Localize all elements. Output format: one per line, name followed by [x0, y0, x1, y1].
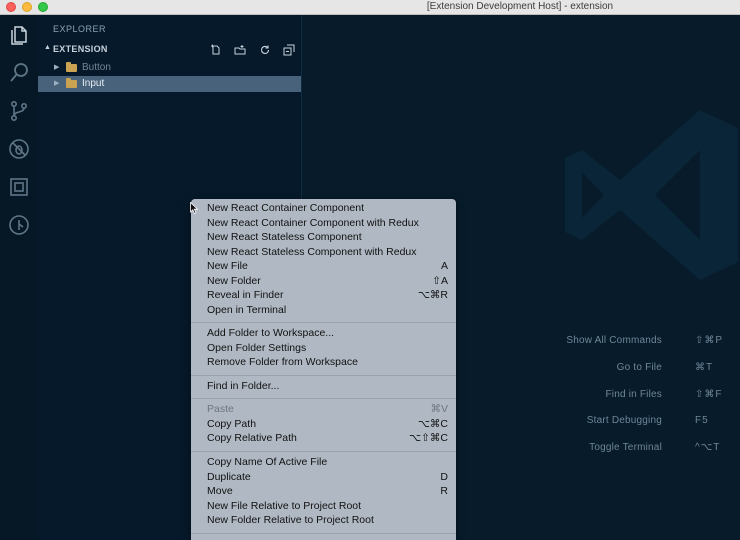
menu-item-label: New Folder Relative to Project Root	[207, 514, 374, 526]
menu-item-shortcut: A	[440, 260, 448, 272]
menu-item-label: Copy Path	[207, 417, 257, 430]
menu-item-shortcut: ⌥⇧⌘C	[409, 432, 448, 444]
menu-item-move[interactable]: Move R	[191, 485, 456, 499]
collapse-all-icon[interactable]	[283, 43, 295, 56]
menu-item-copy-relative-path[interactable]: Copy Relative Path ⌥⇧⌘C	[191, 432, 456, 446]
menu-item-label: New Folder	[207, 274, 261, 287]
menu-separator	[191, 533, 456, 534]
menu-item-label: Paste	[207, 403, 234, 415]
shortcut-row: Show All Commands ⇧⌘P	[542, 335, 732, 351]
expand-arrow-icon: ▶	[54, 64, 60, 71]
menu-item-new-react-stateless-component[interactable]: New React Stateless Component	[191, 231, 456, 245]
menu-item-add-folder-to-workspace[interactable]: Add Folder to Workspace...	[191, 327, 456, 341]
mouse-cursor-icon	[190, 202, 198, 214]
shortcut-label: Find in Files	[605, 389, 662, 400]
shortcut-row: Find in Files ⇧⌘F	[542, 389, 732, 405]
menu-item-label: New React Container Component with Redux	[207, 216, 419, 229]
menu-item-label: New File Relative to Project Root	[207, 499, 362, 512]
menu-item-new-folder-relative-to-root[interactable]: New Folder Relative to Project Root	[191, 514, 456, 528]
workspace-section-header[interactable]: ▲ EXTENSION	[38, 42, 301, 56]
menu-separator	[191, 451, 456, 452]
menu-item-label: New React Stateless Component	[207, 231, 362, 243]
menu-item-remove-folder-from-workspace[interactable]: Remove Folder from Workspace	[191, 356, 456, 370]
menu-item-open-folder-settings[interactable]: Open Folder Settings	[191, 342, 456, 356]
menu-item-label: New File	[207, 260, 248, 272]
shortcut-row: Toggle Terminal ^⌥T	[542, 442, 732, 458]
sidebar-title: EXPLORER	[53, 24, 107, 34]
folder-icon	[66, 78, 77, 88]
shortcut-label: Go to File	[616, 362, 662, 373]
menu-item-new-file-relative-to-root[interactable]: New File Relative to Project Root	[191, 500, 456, 514]
menu-item-new-file[interactable]: New File A	[191, 260, 456, 274]
menu-item-label: Open in Terminal	[207, 303, 287, 316]
menu-item-find-in-folder[interactable]: Find in Folder...	[191, 380, 456, 394]
window-title: [Extension Development Host] - extension	[426, 1, 614, 12]
menu-item-label: Duplicate	[207, 470, 251, 483]
menu-item-shortcut: D	[440, 470, 448, 483]
menu-item-shortcut: ⌘V	[430, 403, 448, 415]
menu-item-new-folder[interactable]: New Folder ⇧A	[191, 275, 456, 289]
menu-item-shortcut: R	[440, 485, 448, 497]
shortcut-key: ⇧⌘F	[695, 389, 723, 400]
menu-item-label: New React Container Component	[207, 202, 364, 214]
menu-separator	[191, 398, 456, 399]
menu-item-label: Find in Folder...	[207, 380, 280, 392]
menu-item-paste: Paste ⌘V	[191, 403, 456, 417]
new-folder-icon[interactable]	[234, 43, 246, 55]
menu-item-new-react-stateless-component-redux[interactable]: New React Stateless Component with Redux	[191, 246, 456, 260]
refresh-icon[interactable]	[259, 43, 271, 55]
menu-item-label: Move	[207, 485, 233, 497]
title-bar: [Extension Development Host] - extension	[0, 0, 740, 15]
menu-item-label: Reveal in Finder	[207, 289, 284, 301]
extensions-icon[interactable]	[7, 175, 31, 199]
vscode-logo-watermark-icon	[565, 110, 738, 280]
menu-item-new-react-container-component-redux[interactable]: New React Container Component with Redux	[191, 217, 456, 231]
menu-item-shortcut: ⇧A	[432, 274, 448, 287]
menu-item-label: Copy Name Of Active File	[207, 456, 328, 468]
shortcut-key: F5	[695, 415, 709, 426]
source-control-icon[interactable]	[7, 99, 31, 123]
shortcut-label: Start Debugging	[586, 415, 662, 426]
menu-item-copy-name-of-active-file[interactable]: Copy Name Of Active File	[191, 456, 456, 470]
menu-item-label: Copy Relative Path	[207, 432, 297, 444]
menu-item-new-react-container-component[interactable]: New React Container Component	[191, 202, 456, 216]
expand-arrow-icon: ▶	[54, 80, 60, 87]
tree-item-label: Button	[82, 62, 111, 73]
new-file-icon[interactable]	[210, 43, 222, 55]
menu-item-duplicate[interactable]: Duplicate D	[191, 471, 456, 485]
remote-icon[interactable]	[7, 213, 31, 237]
menu-item-shortcut: ⌥⌘C	[417, 417, 448, 430]
menu-separator	[191, 322, 456, 323]
tree-item-label: Input	[82, 78, 105, 89]
activity-bar	[0, 15, 38, 540]
tree-item-button-folder[interactable]: ▶ Button	[38, 60, 301, 76]
menu-separator	[191, 375, 456, 376]
context-menu: New React Container Component New React …	[191, 199, 456, 540]
menu-item-reveal-in-finder[interactable]: Reveal in Finder ⌥⌘R	[191, 289, 456, 303]
menu-item-label: Add Folder to Workspace...	[207, 327, 335, 339]
menu-item-open-in-terminal[interactable]: Open in Terminal	[191, 304, 456, 318]
menu-item-label: Open Folder Settings	[207, 341, 307, 354]
menu-item-label: Remove Folder from Workspace	[207, 356, 358, 368]
files-icon[interactable]	[7, 23, 31, 47]
debug-icon[interactable]	[7, 137, 31, 161]
shortcut-row: Start Debugging F5	[542, 415, 732, 431]
shortcut-row: Go to File ⌘T	[542, 362, 732, 378]
section-collapse-icon: ▲	[44, 44, 51, 51]
shortcut-key: ⌘T	[695, 362, 714, 373]
menu-item-shortcut: ⌥⌘R	[417, 289, 448, 301]
menu-item-copy-path[interactable]: Copy Path ⌥⌘C	[191, 418, 456, 432]
folder-icon	[66, 62, 77, 72]
shortcut-key: ^⌥T	[695, 442, 721, 453]
search-icon[interactable]	[7, 61, 31, 85]
menu-item-label: New React Stateless Component with Redux	[207, 245, 417, 258]
shortcut-key: ⇧⌘P	[695, 335, 724, 346]
section-label: EXTENSION	[53, 44, 108, 54]
shortcut-label: Toggle Terminal	[589, 442, 662, 453]
tree-item-input-folder[interactable]: ▶ Input	[38, 76, 301, 92]
shortcut-label: Show All Commands	[566, 335, 662, 346]
